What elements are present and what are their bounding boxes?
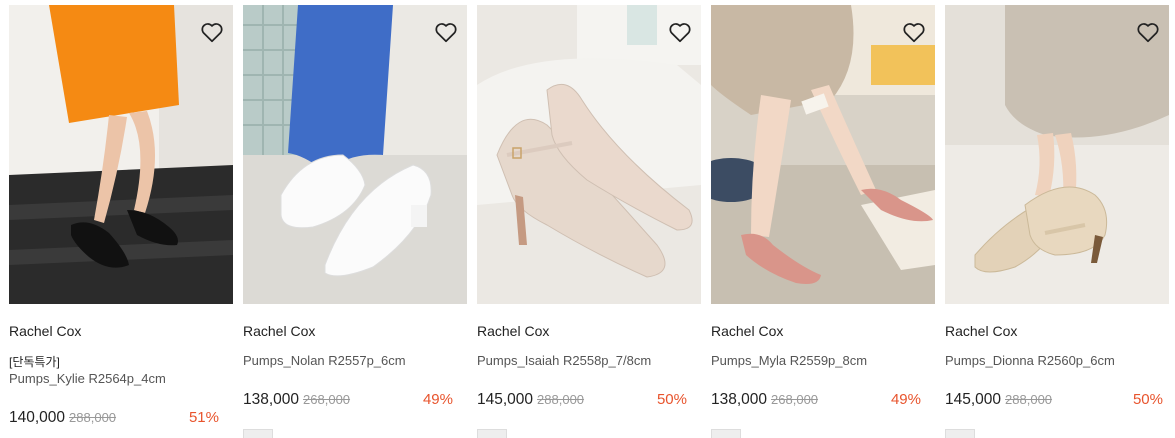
sale-price: 140,000 <box>9 409 66 426</box>
sale-price: 145,000 <box>477 391 534 408</box>
original-price: 268,000 <box>303 392 351 407</box>
brand-name[interactable]: Rachel Cox <box>9 323 81 339</box>
discount-rate: 50% <box>1132 391 1163 408</box>
wishlist-heart-icon[interactable] <box>433 19 459 45</box>
price-row: 145,000 288,000 <box>477 391 584 409</box>
sale-price: 138,000 <box>243 391 300 408</box>
option-chip <box>711 429 741 438</box>
promo-tag: [단독특가] <box>9 355 60 369</box>
product-image[interactable] <box>243 5 467 304</box>
option-chip <box>945 429 975 438</box>
original-price: 288,000 <box>1005 392 1053 407</box>
sale-price: 145,000 <box>945 391 1002 408</box>
product-image[interactable] <box>477 5 701 304</box>
wishlist-heart-icon[interactable] <box>901 19 927 45</box>
brand-name[interactable]: Rachel Cox <box>477 323 549 339</box>
product-card[interactable]: Rachel Cox [단독특가] Pumps_Kylie R2564p_4cm… <box>9 5 233 426</box>
price-row: 138,000 268,000 <box>243 391 350 409</box>
option-chip <box>477 429 507 438</box>
price-row: 140,000 288,000 <box>9 409 116 427</box>
product-name[interactable]: Pumps_Isaiah R2558p_7/8cm <box>477 353 651 368</box>
brand-name[interactable]: Rachel Cox <box>945 323 1017 339</box>
product-grid: Rachel Cox [단독특가] Pumps_Kylie R2564p_4cm… <box>0 0 1175 438</box>
product-image[interactable] <box>945 5 1169 304</box>
wishlist-heart-icon[interactable] <box>199 19 225 45</box>
brand-name[interactable]: Rachel Cox <box>711 323 783 339</box>
discount-rate: 50% <box>656 391 687 408</box>
original-price: 288,000 <box>69 410 117 425</box>
product-name[interactable]: Pumps_Dionna R2560p_6cm <box>945 353 1115 368</box>
product-name[interactable]: Pumps_Myla R2559p_8cm <box>711 353 867 368</box>
product-name[interactable]: Pumps_Nolan R2557p_6cm <box>243 353 406 368</box>
product-card[interactable]: Rachel Cox Pumps_Isaiah R2558p_7/8cm 145… <box>477 5 701 438</box>
original-price: 288,000 <box>537 392 585 407</box>
product-card[interactable]: Rachel Cox Pumps_Dionna R2560p_6cm 145,0… <box>945 5 1169 438</box>
sale-price: 138,000 <box>711 391 768 408</box>
product-card[interactable]: Rachel Cox Pumps_Nolan R2557p_6cm 138,00… <box>243 5 467 438</box>
discount-rate: 49% <box>890 391 921 408</box>
price-row: 145,000 288,000 <box>945 391 1052 409</box>
discount-rate: 49% <box>422 391 453 408</box>
product-image[interactable] <box>711 5 935 304</box>
discount-rate: 51% <box>188 409 219 426</box>
option-chip <box>243 429 273 438</box>
product-image[interactable] <box>9 5 233 304</box>
wishlist-heart-icon[interactable] <box>1135 19 1161 45</box>
product-name[interactable]: Pumps_Kylie R2564p_4cm <box>9 371 166 386</box>
wishlist-heart-icon[interactable] <box>667 19 693 45</box>
product-card[interactable]: Rachel Cox Pumps_Myla R2559p_8cm 138,000… <box>711 5 935 438</box>
price-row: 138,000 268,000 <box>711 391 818 409</box>
brand-name[interactable]: Rachel Cox <box>243 323 315 339</box>
original-price: 268,000 <box>771 392 819 407</box>
